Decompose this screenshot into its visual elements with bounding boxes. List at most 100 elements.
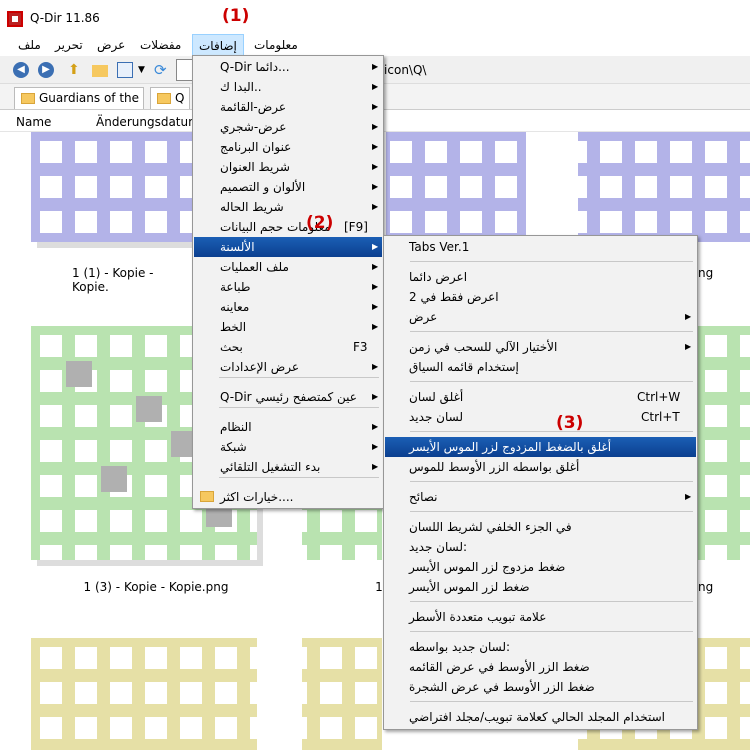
menu2-item-18[interactable]: ضغط الزر الأوسط في عرض الشجرة — [385, 677, 696, 697]
menu1-item-6[interactable]: الألوان و التصميم ▶ — [194, 177, 382, 197]
menu1-item-20[interactable]: خيارات اكثر.... — [194, 487, 382, 507]
menu-item-label: إستخدام قائمه السياق — [409, 360, 519, 374]
menu1-item-15[interactable]: عرض الإعدادات ▶ — [194, 357, 382, 377]
menu-separator — [410, 261, 693, 262]
menu-item-label: Tabs Ver.1 — [409, 240, 470, 254]
menu1-item-8[interactable]: معلومات حجم البيانات [F9] — [194, 217, 382, 237]
menu-item-label: طباعة — [220, 280, 251, 294]
thumb-yellow-1[interactable] — [31, 638, 257, 750]
menu1-item-13[interactable]: الخط ▶ — [194, 317, 382, 337]
menu-separator — [410, 601, 693, 602]
menu-item-label: ضغط لزر الموس الأيسر — [409, 580, 530, 594]
menu-item-label: الأختيار الآلي للسحب في زمن — [409, 340, 558, 354]
menu2-item-1[interactable]: اعرض دائما — [385, 267, 696, 287]
menu-favorites[interactable]: مفضلات — [134, 34, 187, 56]
menu-item-label: الألوان و التصميم — [220, 180, 306, 194]
menu-separator — [410, 511, 693, 512]
menu-edit[interactable]: تحرير — [49, 34, 89, 56]
menu-item-label: أغلق بالضغط المزدوج لزر الموس الأيسر — [409, 440, 612, 454]
tab-q[interactable]: Q — [150, 87, 190, 109]
new-folder-icon[interactable] — [92, 65, 108, 77]
thumb-purple-3[interactable] — [578, 132, 750, 242]
menu-separator — [410, 331, 693, 332]
menu-item-label: ضغط مزدوج لزر الموس الأيسر — [409, 560, 566, 574]
chevron-right-icon: ▶ — [372, 122, 379, 131]
menu1-item-5[interactable]: شريط العنوان ▶ — [194, 157, 382, 177]
refresh-icon[interactable]: ⟳ — [154, 62, 170, 78]
menu1-item-7[interactable]: شريط الحاله ▶ — [194, 197, 382, 217]
menu2-item-6[interactable]: أغلق لسان Ctrl+W — [385, 387, 696, 407]
file-caption[interactable]: ng — [698, 580, 728, 594]
column-date[interactable]: Änderungsdatum — [96, 115, 200, 129]
menu2-item-4[interactable]: الأختيار الآلي للسحب في زمن ▶ — [385, 337, 696, 357]
menu2-item-3[interactable]: عرض ▶ — [385, 307, 696, 327]
window-title: Q-Dir 11.86 — [30, 11, 100, 25]
menu1-item-9[interactable]: الألسنة ▶ — [194, 237, 382, 257]
menu-item-label: عرض الإعدادات — [220, 360, 300, 374]
menu-bar: ملف تحرير عرض مفضلات إضافات معلومات — [0, 34, 750, 56]
menu2-item-16[interactable]: لسان جديد بواسطه: — [385, 637, 696, 657]
menu1-item-1[interactable]: البدا ك.. ▶ — [194, 77, 382, 97]
menu-file[interactable]: ملف — [12, 34, 47, 56]
menu-item-label: شبكة — [220, 440, 247, 454]
menu2-item-11[interactable]: في الجزء الخلفي لشريط اللسان — [385, 517, 696, 537]
menu2-item-19[interactable]: استخدام المجلد الحالي كعلامة تبويب/مجلد … — [385, 707, 696, 727]
menu2-item-15[interactable]: علامة تبويب متعددة الأسطر — [385, 607, 696, 627]
menu1-item-3[interactable]: عرض-شجري ▶ — [194, 117, 382, 137]
menu-separator — [219, 377, 379, 378]
menu2-item-10[interactable]: نصائح ▶ — [385, 487, 696, 507]
column-name[interactable]: Name — [16, 115, 51, 129]
menu-separator — [410, 701, 693, 702]
menu-item-label: أغلق بواسطه الزر الأوسط للموس — [409, 460, 580, 474]
menu-view[interactable]: عرض — [91, 34, 131, 56]
menu-info[interactable]: معلومات — [248, 34, 304, 56]
menu1-item-0[interactable]: Q-Dir دائما... ▶ — [194, 57, 382, 77]
menu2-item-5[interactable]: إستخدام قائمه السياق — [385, 357, 696, 377]
menu2-item-2[interactable]: اعرض فقط في 2 — [385, 287, 696, 307]
menu1-item-14[interactable]: بحث F3 — [194, 337, 382, 357]
tab-guardians[interactable]: Guardians of the ... — [14, 87, 144, 125]
chevron-right-icon: ▶ — [372, 62, 379, 71]
chevron-down-icon[interactable]: ▼ — [138, 62, 154, 78]
menu-item-label: ضغط الزر الأوسط في عرض الشجرة — [409, 680, 595, 694]
menu1-item-17[interactable]: النظام ▶ — [194, 417, 382, 437]
menu2-item-17[interactable]: ضغط الزر الأوسط في عرض القائمه — [385, 657, 696, 677]
menu-item-label: لسان جديد بواسطه: — [409, 640, 511, 654]
menu2-item-14[interactable]: ضغط لزر الموس الأيسر — [385, 577, 696, 597]
chevron-right-icon: ▶ — [372, 462, 379, 471]
menu2-item-8[interactable]: أغلق بالضغط المزدوج لزر الموس الأيسر — [385, 437, 696, 457]
menu-extras[interactable]: إضافات — [192, 34, 244, 56]
menu2-item-0[interactable]: Tabs Ver.1 — [385, 237, 696, 257]
forward-icon[interactable]: ▶ — [38, 62, 54, 78]
menu2-item-7[interactable]: لسان جديد Ctrl+T — [385, 407, 696, 427]
menu1-item-4[interactable]: عنوان البرنامج ▶ — [194, 137, 382, 157]
shortcut-label: [F9] — [344, 220, 368, 234]
thumb-purple-2[interactable] — [386, 132, 526, 242]
chevron-right-icon: ▶ — [685, 342, 692, 351]
menu1-item-11[interactable]: طباعة ▶ — [194, 277, 382, 297]
back-icon[interactable]: ◀ — [13, 62, 29, 78]
menu-item-label: اعرض دائما — [409, 270, 468, 284]
chevron-right-icon: ▶ — [372, 262, 379, 271]
chevron-right-icon: ▶ — [372, 422, 379, 431]
file-caption[interactable]: 1 (3) - Kopie - Kopie.png — [40, 580, 272, 594]
menu-item-label: البدا ك.. — [220, 80, 262, 94]
file-caption[interactable]: ng — [698, 266, 728, 280]
menu1-item-19[interactable]: بدء التشغيل التلقائي ▶ — [194, 457, 382, 477]
file-caption[interactable]: 1 (1) - Kopie - Kopie. — [72, 266, 192, 294]
menu1-item-10[interactable]: ملف العمليات ▶ — [194, 257, 382, 277]
folder-icon — [157, 93, 171, 104]
menu-separator — [410, 631, 693, 632]
menu1-item-12[interactable]: معاينه ▶ — [194, 297, 382, 317]
menu2-item-12[interactable]: لسان جديد: — [385, 537, 696, 557]
view-icon[interactable] — [117, 62, 133, 78]
menu1-item-16[interactable]: Q-Dir عين كمتصفح رئيسي ▶ — [194, 387, 382, 407]
menu2-item-13[interactable]: ضغط مزدوج لزر الموس الأيسر — [385, 557, 696, 577]
thumb-yellow-2[interactable] — [302, 638, 382, 750]
menu-item-label: في الجزء الخلفي لشريط اللسان — [409, 520, 572, 534]
up-folder-icon[interactable]: ⬆ — [68, 62, 84, 78]
menu1-item-2[interactable]: عرض-القائمة ▶ — [194, 97, 382, 117]
menu1-item-18[interactable]: شبكة ▶ — [194, 437, 382, 457]
menu2-item-9[interactable]: أغلق بواسطه الزر الأوسط للموس — [385, 457, 696, 477]
menu-item-label: لسان جديد: — [409, 540, 468, 554]
